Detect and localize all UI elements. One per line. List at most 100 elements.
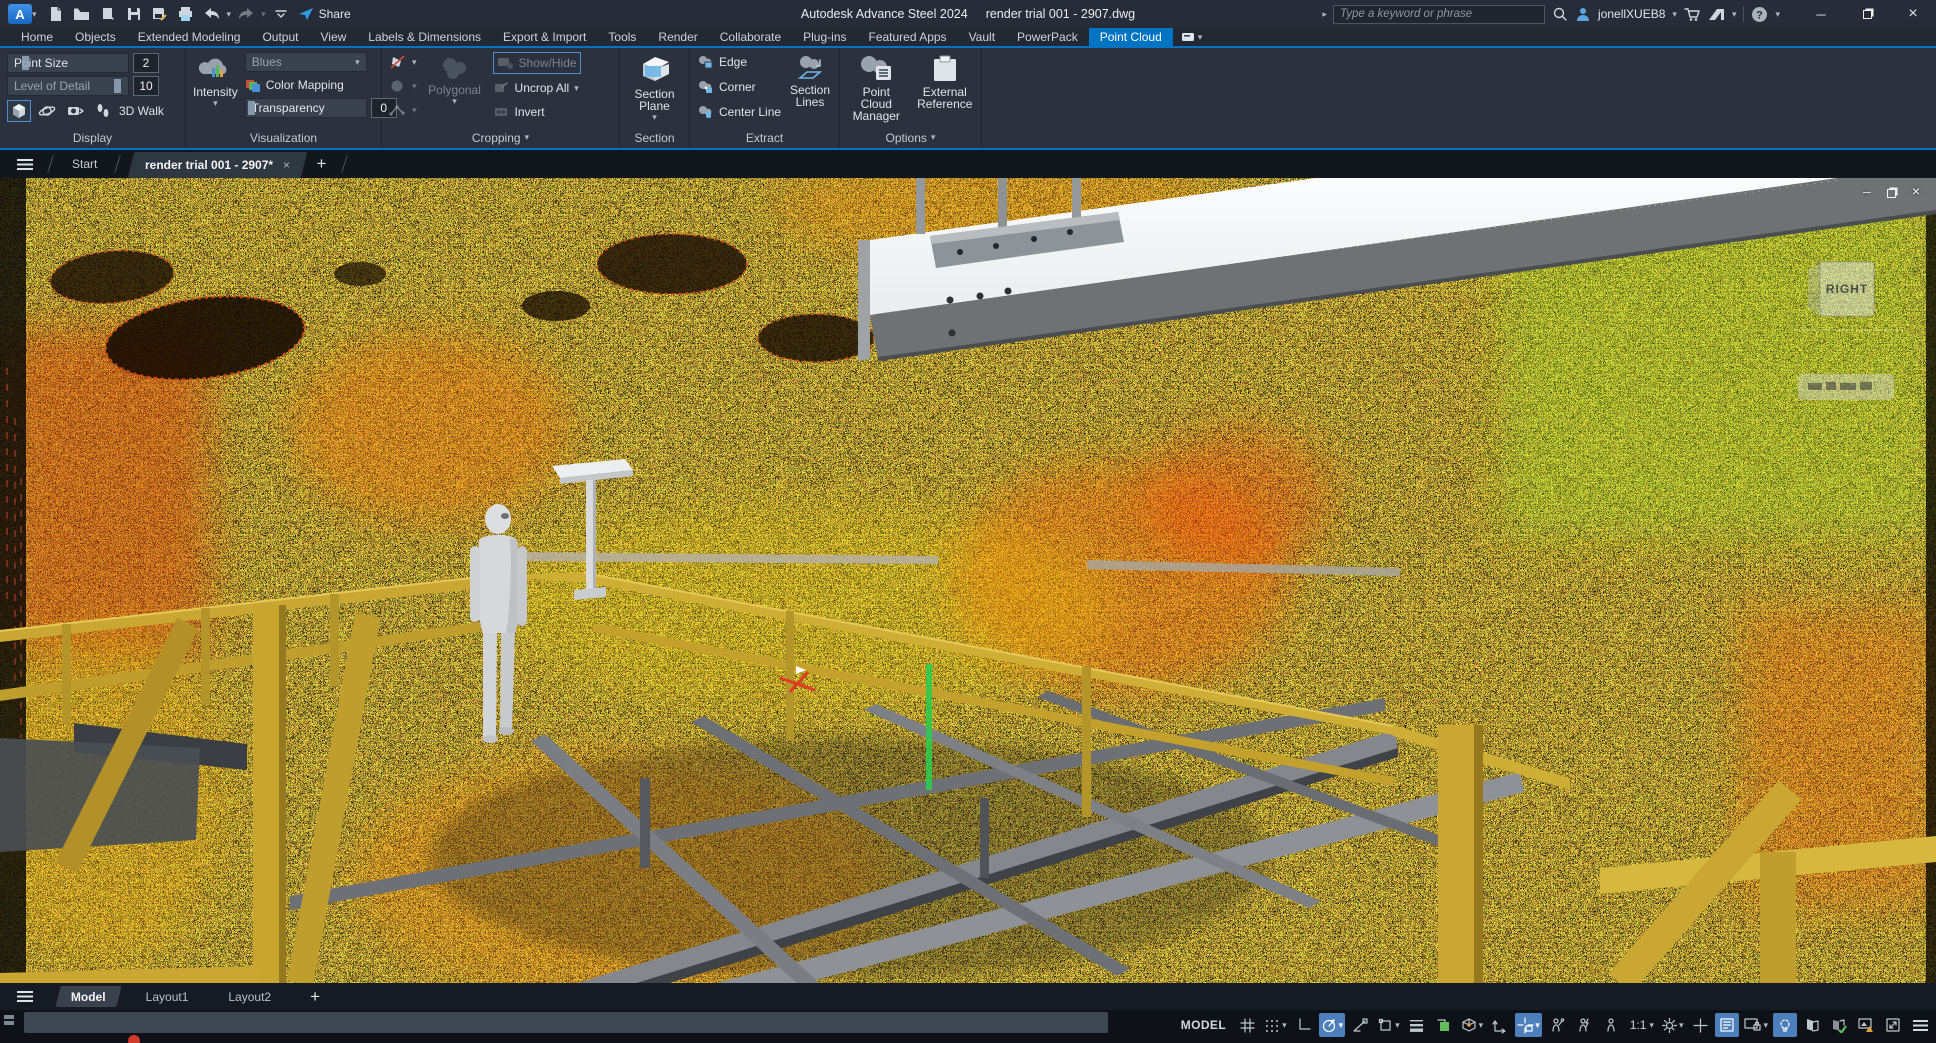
ortho-toggle[interactable] <box>1292 1013 1316 1037</box>
tab-featured-apps[interactable]: Featured Apps <box>858 28 958 46</box>
layout-tab-layout1[interactable]: Layout1 <box>133 986 202 1007</box>
tab-tools[interactable]: Tools <box>597 28 647 46</box>
redo-caret-icon[interactable]: ▾ <box>261 10 266 19</box>
search-input[interactable] <box>1333 5 1545 24</box>
show-hide-button[interactable]: Show/Hide <box>493 52 581 74</box>
new-file-icon[interactable] <box>45 3 67 25</box>
viewport-minimize-icon[interactable]: ─ <box>1863 188 1871 199</box>
autodesk-caret-icon[interactable]: ▾ <box>1732 10 1737 19</box>
point-cloud-display-toggle[interactable] <box>7 100 31 122</box>
tab-view[interactable]: View <box>309 28 357 46</box>
layout-tab-model[interactable]: Model <box>55 986 121 1007</box>
dynamic-ucs-toggle[interactable] <box>1488 1013 1512 1037</box>
tab-plugins[interactable]: Plug-ins <box>792 28 857 46</box>
snap-toggle[interactable]: ▾ <box>1262 1013 1289 1037</box>
search-icon[interactable] <box>1552 6 1568 22</box>
close-button[interactable]: × <box>1890 0 1936 28</box>
annotation-scale-icon[interactable] <box>1599 1013 1623 1037</box>
viewport-canvas[interactable]: RIGHT <box>0 178 1936 983</box>
tab-point-cloud[interactable]: Point Cloud <box>1089 28 1173 46</box>
application-menu-caret-icon[interactable]: ▾ <box>32 10 37 19</box>
customize-menu-icon[interactable] <box>1908 1013 1932 1037</box>
tab-export-import[interactable]: Export & Import <box>492 28 597 46</box>
open-sheet-icon[interactable] <box>97 3 119 25</box>
doc-tab-start[interactable]: Start <box>58 150 111 178</box>
walk-label[interactable]: 3D Walk <box>119 104 164 118</box>
fullscreen-toggle[interactable] <box>1881 1013 1905 1037</box>
orbit-icon[interactable] <box>35 100 59 122</box>
redo-icon[interactable] <box>235 3 257 25</box>
save-icon[interactable] <box>123 3 145 25</box>
footprints-icon[interactable] <box>91 100 115 122</box>
annotation-scale-button[interactable]: 1:1▾ <box>1626 1013 1656 1037</box>
qat-customize-icon[interactable] <box>270 3 292 25</box>
new-layout-button[interactable]: + <box>298 987 332 1007</box>
dynamic-input-toggle[interactable]: ▾ <box>1515 1013 1542 1037</box>
open-folder-icon[interactable] <box>71 3 93 25</box>
autodesk-logo-icon[interactable] <box>1708 8 1725 21</box>
transparency-slider[interactable]: Transparency <box>245 98 367 118</box>
section-plane-button[interactable]: Section Plane ▾ <box>627 52 682 123</box>
osnap-tracking-toggle[interactable] <box>1348 1013 1372 1037</box>
viewport-close-icon[interactable]: × <box>1912 186 1920 199</box>
cart-icon[interactable] <box>1684 7 1701 22</box>
intensity-button[interactable]: Intensity ▾ <box>193 52 238 123</box>
panel-label-options[interactable]: Options▾ <box>840 127 981 148</box>
crosshair-button[interactable] <box>1688 1013 1712 1037</box>
restore-button[interactable] <box>1844 0 1890 28</box>
polar-tracking-toggle[interactable]: ▾ <box>1319 1013 1346 1037</box>
ribbon-display-caret-icon[interactable]: ▾ <box>1198 33 1203 42</box>
point-cloud-manager-button[interactable]: Point Cloud Manager <box>847 52 906 123</box>
tab-extended-modeling[interactable]: Extended Modeling <box>127 28 252 46</box>
display-locking-toggle[interactable]: ▾ <box>1742 1013 1770 1037</box>
drawing-viewport[interactable]: ─ × <box>0 178 1936 983</box>
isolate-objects-toggle[interactable] <box>1773 1013 1797 1037</box>
extract-corner-button[interactable]: Corner <box>697 77 781 97</box>
doc-tab-close-icon[interactable]: × <box>283 158 290 172</box>
point-size-value[interactable]: 2 <box>133 53 159 73</box>
infocenter-collapse-icon[interactable]: ▾ <box>1319 12 1328 17</box>
graphics-warning-icon[interactable] <box>1854 1013 1878 1037</box>
help-caret-icon[interactable]: ▾ <box>1775 10 1780 19</box>
model-space-button[interactable]: MODEL <box>1175 1018 1232 1032</box>
crop-circular-icon[interactable]: ▾ <box>389 76 417 96</box>
section-lines-button[interactable]: Section Lines <box>788 52 832 123</box>
object-snap-toggle[interactable]: ▾ <box>1375 1013 1402 1037</box>
help-icon[interactable]: ? <box>1751 6 1768 23</box>
tab-home[interactable]: Home <box>10 28 64 46</box>
tab-objects[interactable]: Objects <box>64 28 127 46</box>
doc-tabs-menu-icon[interactable] <box>6 150 44 178</box>
extract-edge-button[interactable]: Edge <box>697 52 781 72</box>
username[interactable]: jonellXUEB8 <box>1598 7 1665 21</box>
transparency-toggle[interactable] <box>1432 1013 1456 1037</box>
tab-collaborate[interactable]: Collaborate <box>709 28 792 46</box>
tab-labels-dimensions[interactable]: Labels & Dimensions <box>357 28 492 46</box>
undo-caret-icon[interactable]: ▾ <box>227 10 232 19</box>
application-menu-button[interactable]: A <box>8 4 32 24</box>
tab-render[interactable]: Render <box>647 28 708 46</box>
point-size-slider[interactable]: Point Size <box>7 53 129 73</box>
grid-toggle[interactable] <box>1235 1013 1259 1037</box>
panel-label-section[interactable]: Section <box>620 127 689 148</box>
undo-icon[interactable] <box>201 3 223 25</box>
camera-swap-icon[interactable] <box>63 100 87 122</box>
panel-label-visualization[interactable]: Visualization <box>186 127 381 148</box>
viewcube-face-label[interactable]: RIGHT <box>1826 282 1868 296</box>
color-scheme-dropdown[interactable]: Blues▾ <box>245 52 367 72</box>
invert-button[interactable]: Invert <box>493 102 581 122</box>
tab-output[interactable]: Output <box>251 28 309 46</box>
ribbon-display-toggle[interactable]: ▾ <box>1173 28 1211 46</box>
new-drawing-button[interactable]: + <box>304 150 338 178</box>
crop-polyline-icon[interactable]: ▾ <box>389 100 417 120</box>
hardware-acceleration-toggle[interactable] <box>1800 1013 1824 1037</box>
performance-check-icon[interactable] <box>1827 1013 1851 1037</box>
level-of-detail-slider[interactable]: Level of Detail <box>7 76 129 96</box>
user-caret-icon[interactable]: ▾ <box>1672 10 1677 19</box>
plot-icon[interactable] <box>175 3 197 25</box>
doc-tab-active[interactable]: render trial 001 - 2907* × <box>128 152 308 178</box>
osnap-3d-toggle[interactable]: ▾ <box>1459 1013 1486 1037</box>
color-mapping-button[interactable]: Color Mapping <box>245 75 397 95</box>
layout-tab-layout2[interactable]: Layout2 <box>215 986 284 1007</box>
share-button[interactable]: Share <box>298 7 351 21</box>
intensity-caret-icon[interactable]: ▾ <box>213 99 218 108</box>
